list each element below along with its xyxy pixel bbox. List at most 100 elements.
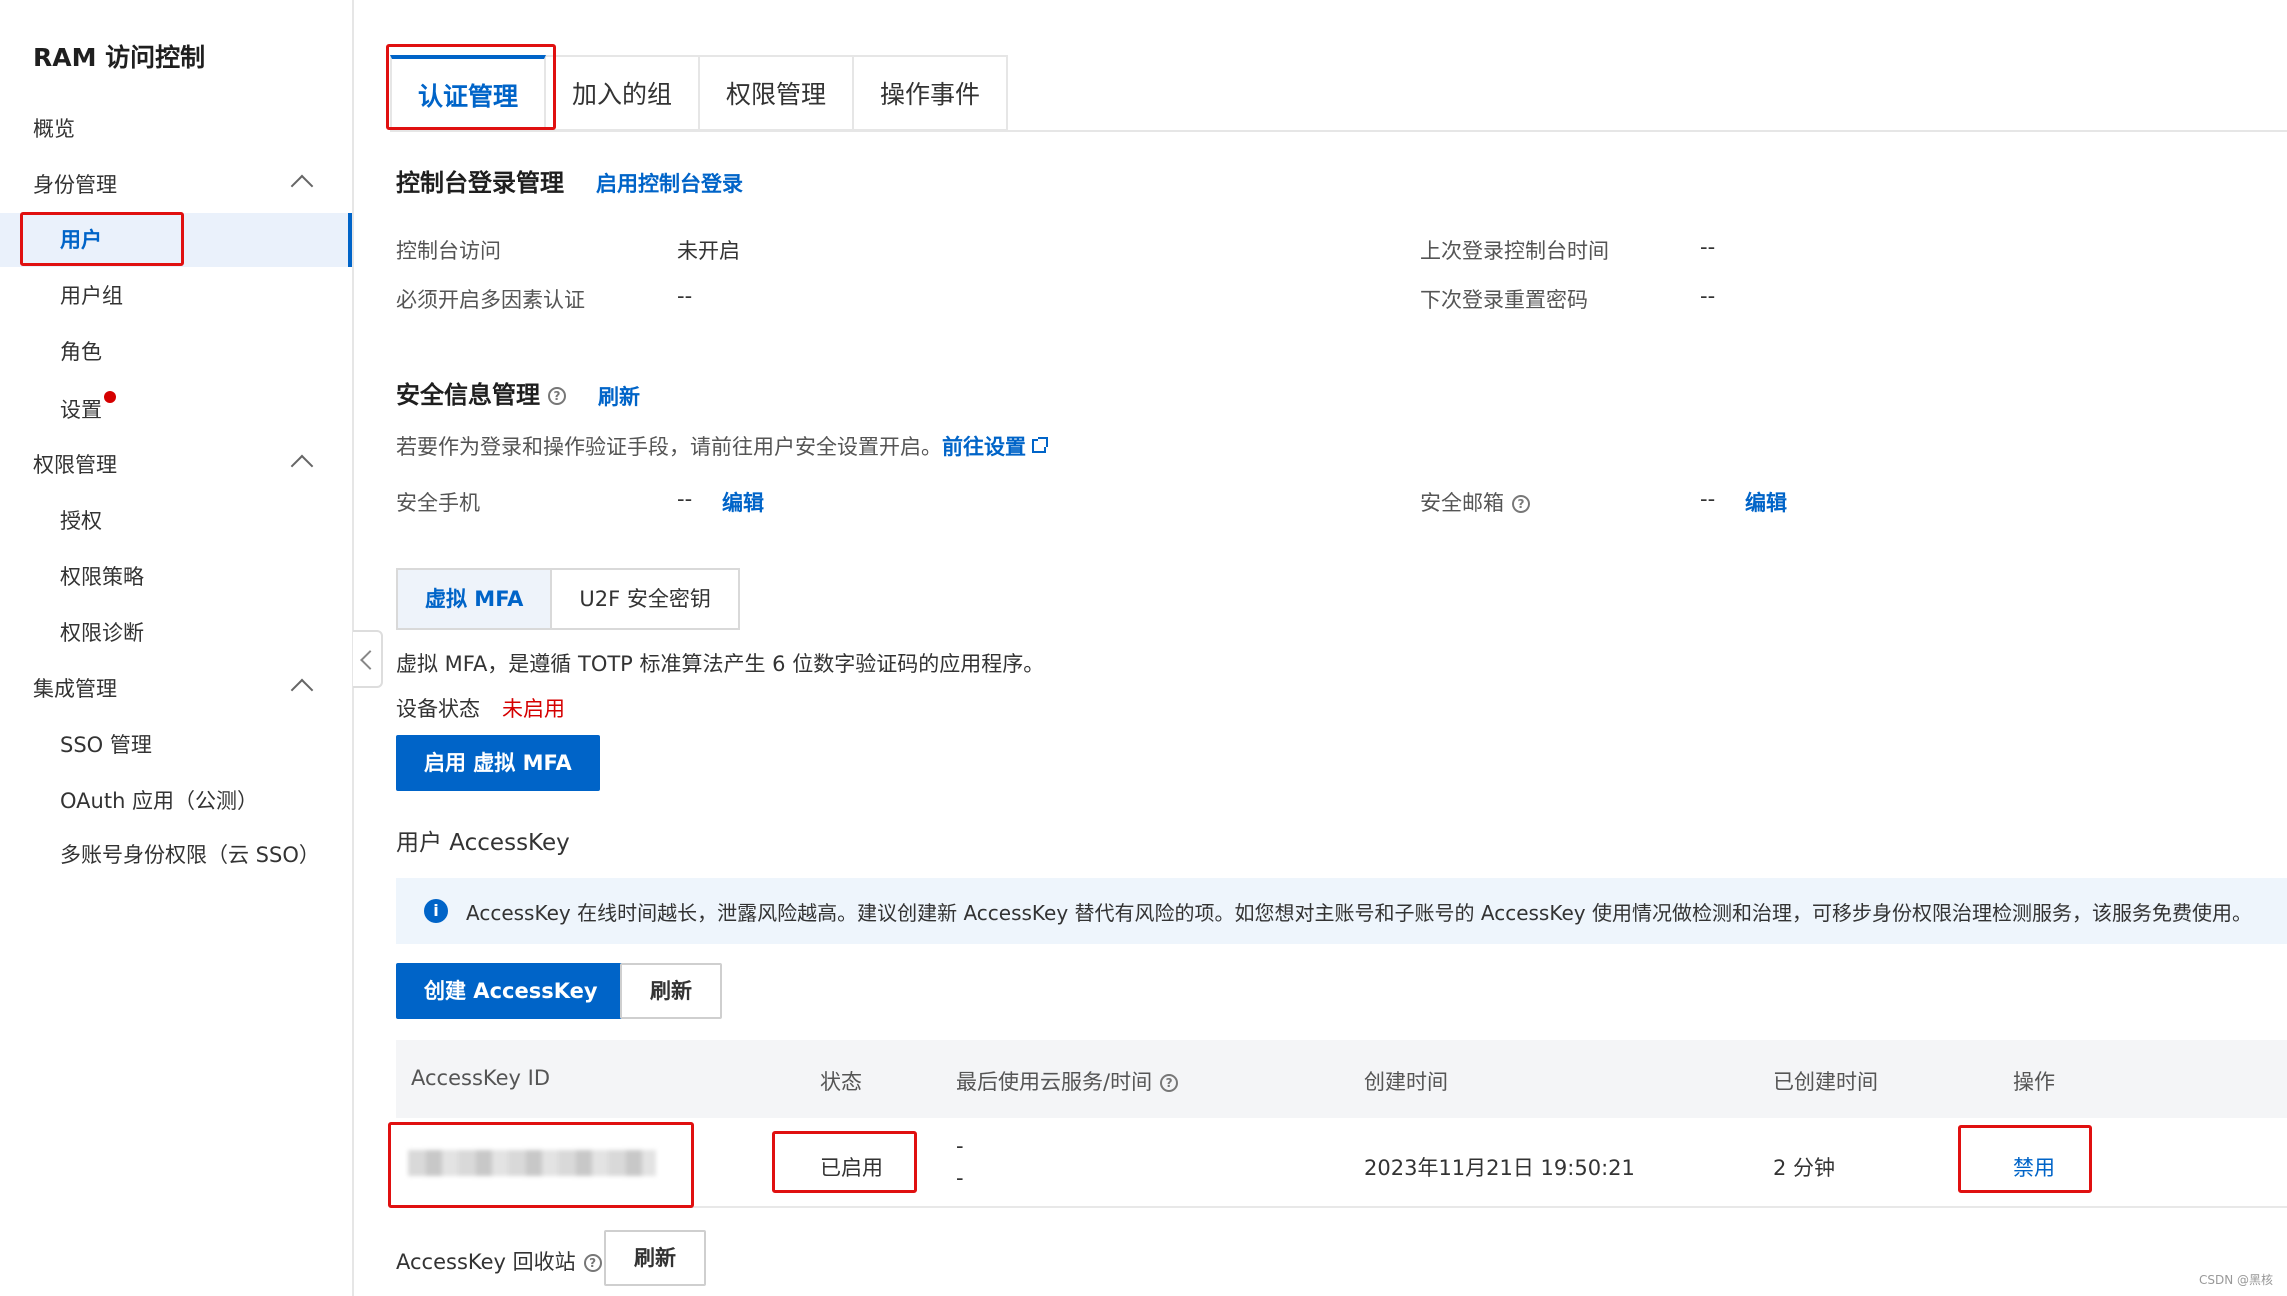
- sidebar-item-label: OAuth 应用（公测）: [60, 789, 259, 813]
- help-icon[interactable]: ?: [1512, 495, 1530, 513]
- sidebar-item-user-groups[interactable]: 用户组: [0, 269, 352, 323]
- mfa-required-label: 必须开启多因素认证: [396, 288, 585, 312]
- chevron-up-icon: [290, 454, 314, 478]
- tab-events[interactable]: 操作事件: [854, 55, 1009, 131]
- help-icon[interactable]: ?: [548, 387, 566, 405]
- security-phone-value: --: [677, 487, 693, 511]
- sidebar-item-cloud-sso[interactable]: 多账号身份权限（云 SSO）: [0, 828, 352, 882]
- sidebar-item-overview[interactable]: 概览: [0, 102, 352, 156]
- security-info-title: 安全信息管理?: [396, 375, 566, 410]
- mfa-required-value: --: [677, 284, 693, 308]
- edit-email-link[interactable]: 编辑: [1745, 487, 1787, 517]
- enable-virtual-mfa-button[interactable]: 启用 虚拟 MFA: [396, 735, 600, 791]
- sidebar-item-users[interactable]: 用户: [0, 213, 352, 267]
- sidebar-item-label: 身份管理: [33, 173, 117, 197]
- accesskey-status: 已启用: [820, 1156, 883, 1180]
- sidebar-group-identity[interactable]: 身份管理: [0, 158, 352, 212]
- accesskey-alert-text: AccessKey 在线时间越长，泄露风险越高。建议创建新 AccessKey …: [466, 901, 2252, 925]
- goto-settings-link[interactable]: 前往设置: [942, 435, 1026, 459]
- app-title: RAM 访问控制: [33, 43, 206, 72]
- sidebar-item-diagnosis[interactable]: 权限诊断: [0, 606, 352, 660]
- sidebar-item-label: 多账号身份权限（云 SSO）: [60, 843, 320, 867]
- column-header: 操作: [2013, 1070, 2055, 1094]
- accesskey-age: 2 分钟: [1773, 1156, 1836, 1180]
- sidebar-item-label: 权限诊断: [60, 621, 144, 645]
- chevron-up-icon: [290, 174, 314, 198]
- sidebar: RAM 访问控制 概览 身份管理 用户 用户组 角色 设置 权限管理 授权 权限…: [0, 0, 354, 1296]
- chevron-up-icon: [290, 678, 314, 702]
- create-accesskey-button[interactable]: 创建 AccessKey: [396, 963, 626, 1019]
- last-used-service: -: [956, 1134, 964, 1158]
- accesskey-table-header: AccessKey ID 状态 最后使用云服务/时间? 创建时间 已创建时间 操…: [396, 1040, 2287, 1118]
- security-email-label-text: 安全邮箱: [1420, 491, 1504, 515]
- column-header-text: 最后使用云服务/时间: [956, 1070, 1153, 1094]
- disable-accesskey-link[interactable]: 禁用: [2013, 1152, 2055, 1182]
- device-status-label: 设备状态: [396, 697, 480, 721]
- recycle-bin-refresh-button[interactable]: 刷新: [604, 1230, 706, 1286]
- security-email-label: 安全邮箱?: [1420, 487, 1530, 517]
- sidebar-item-grants[interactable]: 授权: [0, 494, 352, 548]
- notification-dot-icon: [104, 391, 116, 403]
- security-refresh-link[interactable]: 刷新: [598, 381, 640, 411]
- sidebar-item-oauth[interactable]: OAuth 应用（公测）: [0, 774, 352, 828]
- security-info-title-text: 安全信息管理: [396, 381, 540, 409]
- last-used-time: -: [956, 1166, 964, 1190]
- sidebar-item-label: 权限管理: [33, 453, 117, 477]
- sidebar-item-label: 概览: [33, 117, 75, 141]
- security-phone-label: 安全手机: [396, 491, 480, 515]
- console-access-label: 控制台访问: [396, 239, 501, 263]
- help-icon[interactable]: ?: [583, 1254, 602, 1272]
- sidebar-item-sso[interactable]: SSO 管理: [0, 718, 352, 772]
- accesskey-title: 用户 AccessKey: [396, 830, 570, 856]
- info-icon: i: [424, 899, 448, 923]
- external-link-icon: [1032, 437, 1048, 453]
- sidebar-item-roles[interactable]: 角色: [0, 325, 352, 379]
- device-status-value: 未启用: [502, 697, 565, 721]
- sidebar-group-integration[interactable]: 集成管理: [0, 662, 352, 716]
- edit-phone-link[interactable]: 编辑: [722, 487, 764, 517]
- help-icon[interactable]: ?: [1160, 1074, 1179, 1092]
- sidebar-item-policies[interactable]: 权限策略: [0, 550, 352, 604]
- column-header: 状态: [820, 1070, 862, 1094]
- sidebar-item-label: 授权: [60, 509, 102, 533]
- column-header: 创建时间: [1364, 1070, 1448, 1094]
- tab-virtual-mfa[interactable]: 虚拟 MFA: [396, 568, 551, 630]
- column-header: 已创建时间: [1773, 1070, 1878, 1094]
- accesskey-refresh-button[interactable]: 刷新: [620, 963, 722, 1019]
- mfa-desc: 虚拟 MFA，是遵循 TOTP 标准算法产生 6 位数字验证码的应用程序。: [396, 652, 1045, 676]
- sidebar-item-label: 用户组: [60, 284, 123, 308]
- sidebar-item-settings[interactable]: 设置: [0, 383, 352, 437]
- console-login-title: 控制台登录管理: [396, 169, 564, 197]
- accesskey-created-time: 2023年11月21日 19:50:21: [1364, 1156, 1635, 1180]
- console-access-value: 未开启: [677, 239, 740, 263]
- tabs-divider: [390, 130, 2287, 132]
- last-login-value: --: [1700, 235, 1716, 259]
- security-email-value: --: [1700, 487, 1716, 511]
- security-desc: 若要作为登录和操作验证手段，请前往用户安全设置开启。前往设置: [396, 431, 1048, 461]
- accesskey-id-redacted: [408, 1150, 656, 1176]
- sidebar-group-permissions[interactable]: 权限管理: [0, 438, 352, 492]
- tab-groups[interactable]: 加入的组: [546, 55, 701, 131]
- recycle-bin-label: AccessKey 回收站?: [396, 1246, 602, 1276]
- sidebar-collapse-handle[interactable]: [353, 630, 383, 688]
- reset-password-label: 下次登录重置密码: [1420, 288, 1588, 312]
- column-header: AccessKey ID: [411, 1066, 551, 1090]
- sidebar-item-label: SSO 管理: [60, 733, 152, 757]
- accesskey-alert: i AccessKey 在线时间越长，泄露风险越高。建议创建新 AccessKe…: [396, 878, 2287, 944]
- reset-password-value: --: [1700, 284, 1716, 308]
- enable-console-login-link[interactable]: 启用控制台登录: [596, 168, 743, 198]
- sidebar-item-label: 角色: [60, 340, 102, 364]
- tab-bar: 认证管理 加入的组 权限管理 操作事件: [390, 55, 1009, 131]
- tab-permissions[interactable]: 权限管理: [700, 55, 855, 131]
- table-row: 已启用 - - 2023年11月21日 19:50:21 2 分钟 禁用: [396, 1118, 2287, 1208]
- mfa-tab-bar: 虚拟 MFA U2F 安全密钥: [396, 568, 740, 630]
- sidebar-item-label: 集成管理: [33, 677, 117, 701]
- sidebar-item-label: 用户: [60, 228, 102, 252]
- last-login-label: 上次登录控制台时间: [1420, 239, 1609, 263]
- security-desc-text: 若要作为登录和操作验证手段，请前往用户安全设置开启。: [396, 435, 942, 459]
- tab-u2f-key[interactable]: U2F 安全密钥: [550, 568, 740, 630]
- watermark: CSDN @黑核: [2198, 1273, 2273, 1287]
- sidebar-item-label: 权限策略: [60, 565, 144, 589]
- tab-auth[interactable]: 认证管理: [390, 55, 547, 131]
- sidebar-item-label: 设置: [60, 398, 102, 422]
